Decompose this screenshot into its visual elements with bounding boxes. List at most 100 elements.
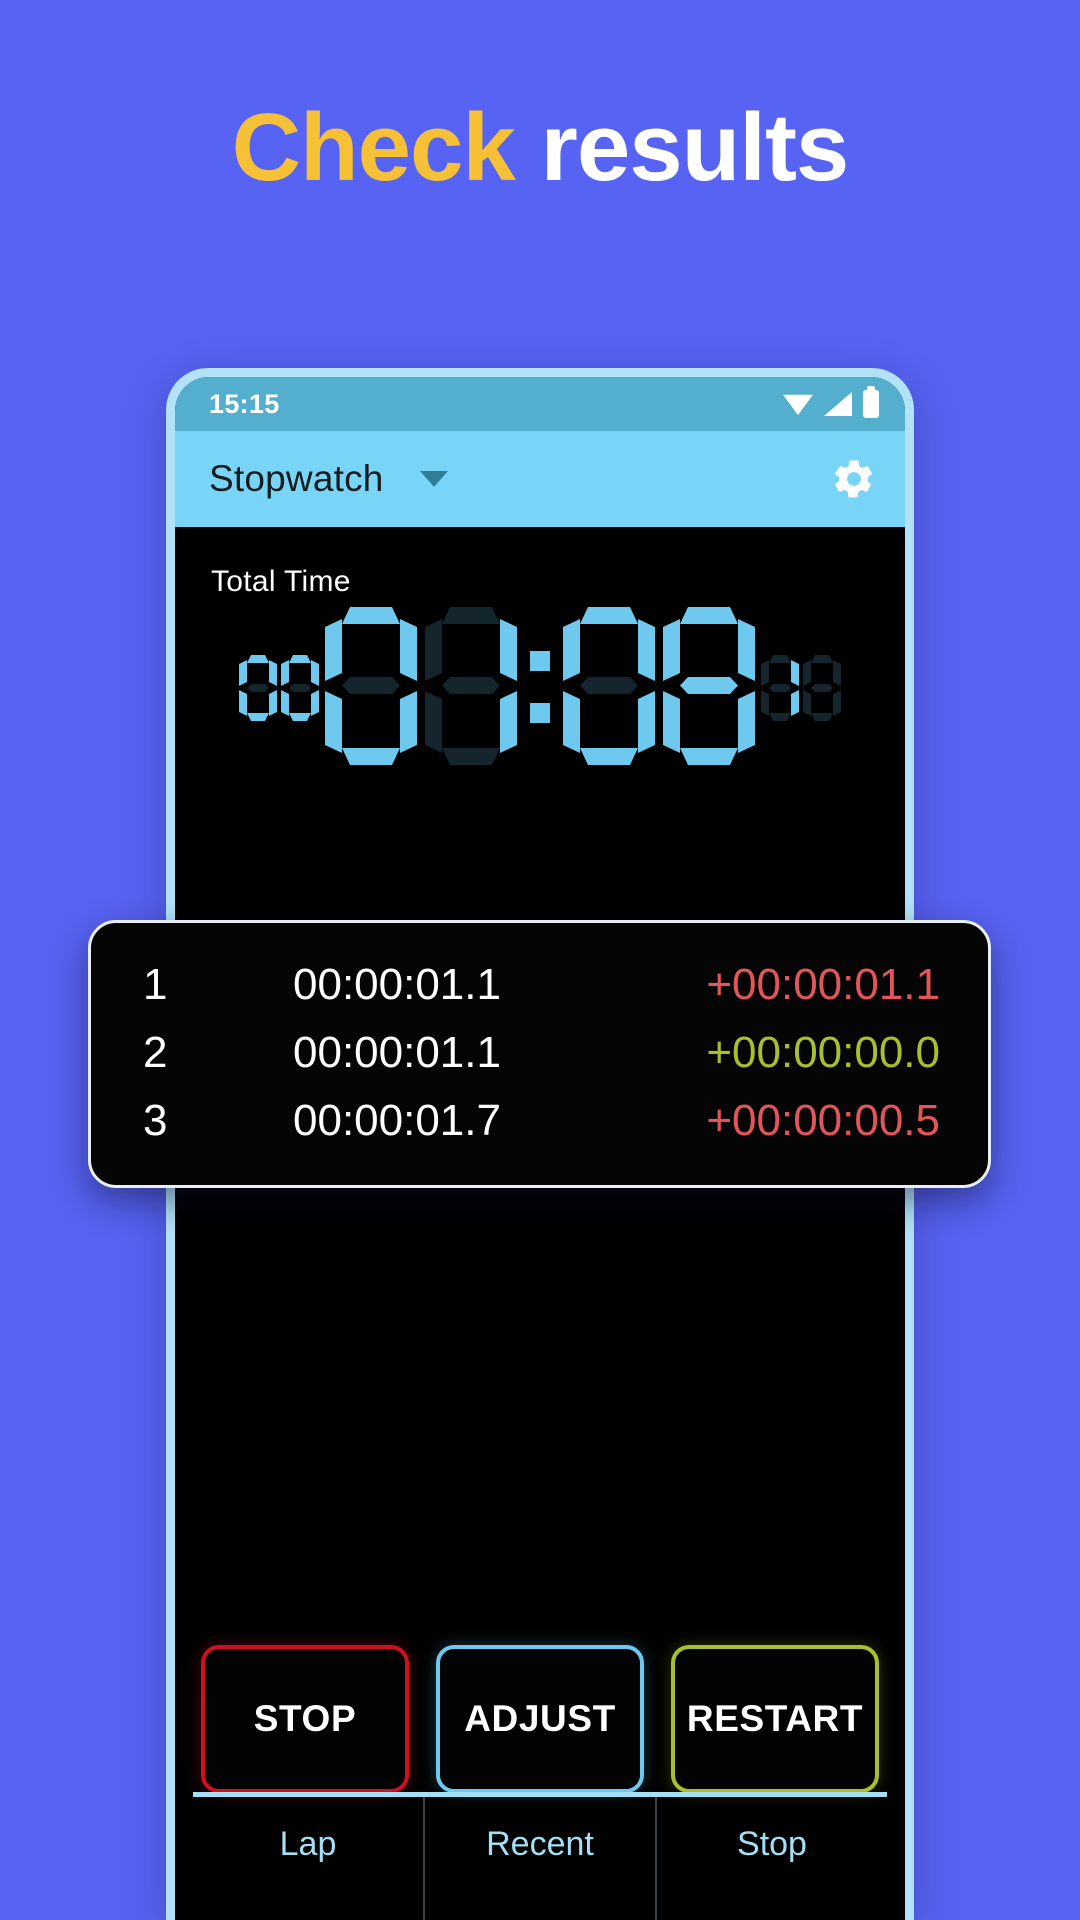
battery-icon: [863, 386, 879, 418]
seg-digit: [239, 655, 277, 721]
segment-b: [500, 619, 517, 681]
bottom-tab-bar: Lap Recent Stop: [193, 1792, 887, 1920]
segment-g: [811, 684, 833, 692]
segment-e: [281, 690, 289, 716]
segment-e: [425, 691, 442, 753]
app-bar-title[interactable]: Stopwatch: [209, 458, 384, 500]
action-button-row: STOP ADJUST RESTART: [175, 1645, 905, 1793]
segment-a: [680, 607, 738, 624]
segment-f: [563, 619, 580, 681]
timer-colon-icon: [523, 607, 557, 765]
seg-digit: [563, 607, 655, 765]
segment-g: [680, 677, 738, 694]
segment-d: [289, 713, 311, 721]
restart-button[interactable]: RESTART: [671, 1645, 879, 1793]
segment-g: [580, 677, 638, 694]
tab-stop-label: Stop: [737, 1825, 807, 1863]
segment-g: [247, 684, 269, 692]
segment-a: [811, 655, 833, 663]
segment-c: [500, 691, 517, 753]
segment-c: [638, 691, 655, 753]
segment-f: [425, 619, 442, 681]
segment-d: [811, 713, 833, 721]
segment-c: [269, 690, 277, 716]
timer-seconds-main: [559, 607, 759, 765]
segment-f: [239, 660, 247, 686]
segment-b: [269, 660, 277, 686]
seg-digit: [761, 655, 799, 721]
lap-index: 2: [143, 1028, 168, 1077]
segment-f: [803, 660, 811, 686]
segment-a: [442, 607, 500, 624]
page-title-accent-word: Check: [231, 94, 516, 201]
segment-e: [239, 690, 247, 716]
segment-e: [803, 690, 811, 716]
chevron-down-icon[interactable]: [419, 471, 448, 487]
segment-f: [325, 619, 342, 681]
segment-e: [663, 691, 680, 753]
segment-d: [342, 748, 400, 765]
total-time-label: Total Time: [211, 565, 351, 598]
signal-icon: [824, 392, 852, 416]
wifi-icon: [783, 394, 813, 415]
app-bar: Stopwatch: [175, 431, 905, 527]
segment-c: [311, 690, 319, 716]
tab-lap[interactable]: Lap: [193, 1797, 423, 1920]
status-bar-clock: 15:15: [209, 388, 280, 419]
segment-b: [738, 619, 755, 681]
page-title: Check results: [0, 97, 1080, 199]
timer-hours-small: [237, 655, 321, 721]
tab-recent[interactable]: Recent: [423, 1797, 655, 1920]
segment-b: [311, 660, 319, 686]
adjust-button-label: ADJUST: [464, 1698, 616, 1739]
lap-index: 1: [143, 960, 168, 1009]
segment-d: [769, 713, 791, 721]
segment-d: [580, 748, 638, 765]
segment-g: [442, 677, 500, 694]
table-row[interactable]: 1 00:00:01.1 +00:00:01.1: [143, 951, 948, 1019]
segment-c: [738, 691, 755, 753]
restart-button-label: RESTART: [686, 1698, 864, 1739]
page-title-plain-word: results: [540, 94, 850, 201]
timer-display: [175, 607, 905, 765]
segment-e: [761, 690, 769, 716]
segment-b: [833, 660, 841, 686]
lap-index: 3: [143, 1096, 168, 1145]
segment-a: [289, 655, 311, 663]
lap-time: 00:00:01.1: [293, 960, 501, 1009]
segment-f: [663, 619, 680, 681]
segment-a: [580, 607, 638, 624]
segment-d: [247, 713, 269, 721]
tab-stop[interactable]: Stop: [655, 1797, 887, 1920]
adjust-button[interactable]: ADJUST: [436, 1645, 644, 1793]
segment-e: [325, 691, 342, 753]
segment-b: [791, 660, 799, 686]
seg-digit: [281, 655, 319, 721]
segment-g: [769, 684, 791, 692]
stopwatch-body: Total Time STOP ADJUST RESTART Lap Recen…: [175, 527, 905, 1920]
seg-digit: [663, 607, 755, 765]
table-row[interactable]: 3 00:00:01.7 +00:00:00.5: [143, 1087, 948, 1155]
stop-button[interactable]: STOP: [201, 1645, 409, 1793]
tab-lap-label: Lap: [279, 1825, 337, 1863]
lap-results-card: 1 00:00:01.1 +00:00:01.1 2 00:00:01.1 +0…: [88, 920, 991, 1188]
segment-c: [833, 690, 841, 716]
gear-icon[interactable]: [831, 456, 877, 502]
lap-delta: +00:00:00.0: [706, 1028, 940, 1077]
segment-c: [400, 691, 417, 753]
segment-b: [400, 619, 417, 681]
segment-f: [281, 660, 289, 686]
stop-button-label: STOP: [253, 1698, 357, 1739]
lap-time: 00:00:01.7: [293, 1096, 501, 1145]
segment-c: [791, 690, 799, 716]
lap-time: 00:00:01.1: [293, 1028, 501, 1077]
seg-digit: [325, 607, 417, 765]
seg-digit: [803, 655, 841, 721]
table-row[interactable]: 2 00:00:01.1 +00:00:00.0: [143, 1019, 948, 1087]
segment-d: [442, 748, 500, 765]
segment-g: [342, 677, 400, 694]
segment-a: [247, 655, 269, 663]
segment-a: [342, 607, 400, 624]
segment-e: [563, 691, 580, 753]
timer-minutes-main: [321, 607, 521, 765]
